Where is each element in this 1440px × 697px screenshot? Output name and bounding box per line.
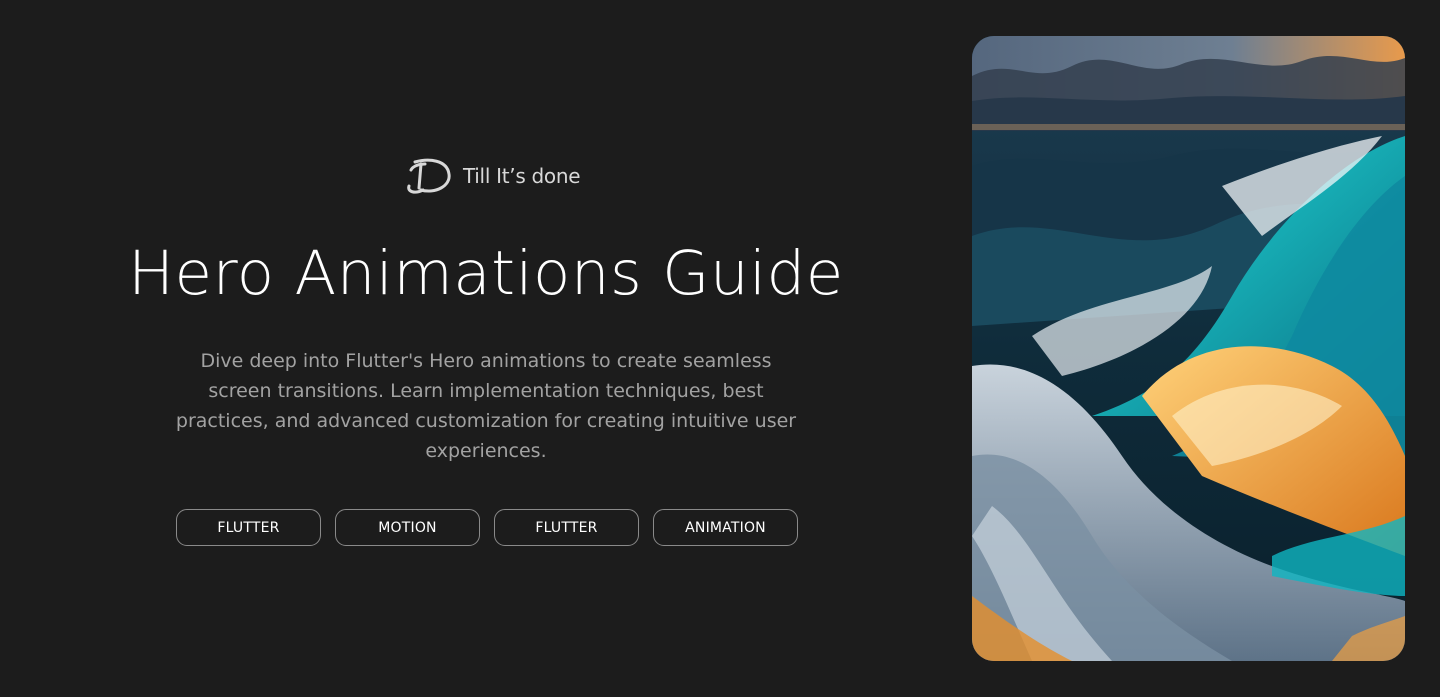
brand[interactable]: Till It’s done (405, 156, 581, 196)
page: Till It’s done Hero Animations Guide Div… (0, 0, 1440, 697)
hero-image (972, 36, 1405, 661)
tag-flutter-2[interactable]: FLUTTER (494, 509, 639, 546)
hero-description: Dive deep into Flutter's Hero animations… (175, 350, 797, 462)
brand-name: Till It’s done (463, 164, 581, 188)
tag-animation[interactable]: ANIMATION (653, 509, 798, 546)
tag-list: FLUTTER MOTION FLUTTER ANIMATION (176, 509, 798, 546)
tag-motion[interactable]: MOTION (335, 509, 480, 546)
page-title: Hero Animations Guide (128, 238, 844, 309)
ocean-waves-artwork (972, 36, 1405, 661)
tag-flutter[interactable]: FLUTTER (176, 509, 321, 546)
till-its-done-logo-icon (407, 158, 451, 194)
